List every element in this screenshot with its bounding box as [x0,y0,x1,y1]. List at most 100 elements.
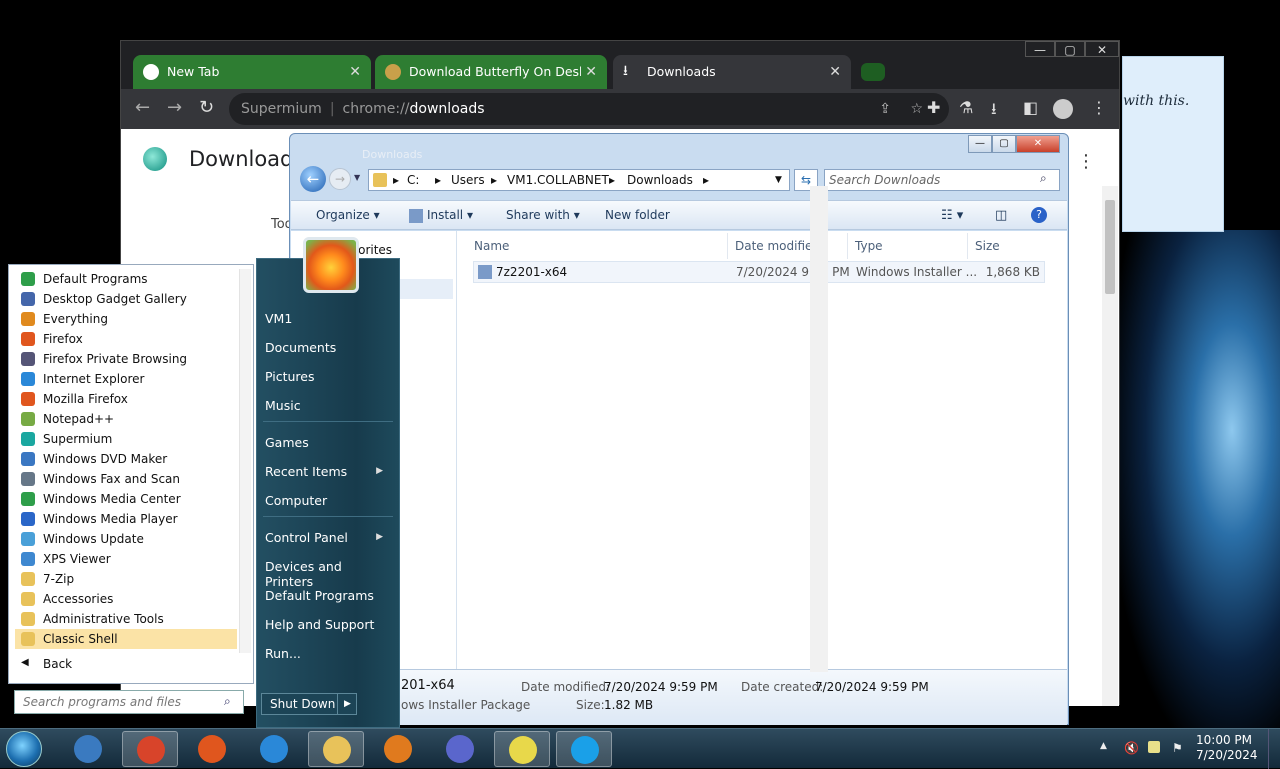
program-item[interactable]: Windows Media Player [15,509,237,529]
column-header-name[interactable]: Name [474,239,509,253]
labs-flask-icon[interactable]: ⚗ [959,98,973,117]
program-item[interactable]: Notepad++ [15,409,237,429]
explorer-titlebar[interactable]: Downloads — ▢ ✕ [290,134,1068,162]
program-item[interactable]: Windows DVD Maker [15,449,237,469]
program-item[interactable]: Administrative Tools [15,609,237,629]
forward-arrow-icon[interactable]: → [329,168,351,190]
taskbar-supermium-chrome-button[interactable] [122,731,178,767]
user-avatar[interactable] [303,237,359,293]
recent-pages-chevron-icon[interactable]: ▼ [354,173,360,182]
back-arrow-icon[interactable]: ← [300,166,326,192]
start-link[interactable]: Documents [265,340,393,355]
scrollbar-thumb[interactable] [1105,200,1115,294]
column-header-date[interactable]: Date modified [735,239,820,253]
start-link[interactable]: Help and Support [265,617,393,632]
tab-new-tab[interactable]: New Tab ✕ [133,55,371,89]
action-center-flag-icon[interactable]: ⚑ [1172,741,1183,755]
preview-pane-icon[interactable]: ◫ [995,208,1007,223]
search-input[interactable]: Search Downloads [824,169,1060,191]
taskbar-windows-explorer-button[interactable] [308,731,364,767]
address-dropdown-icon[interactable]: ▼ [775,170,782,190]
taskbar-media-player-button[interactable] [370,731,426,767]
profile-avatar-icon[interactable] [1053,99,1073,119]
table-row[interactable]: 7z2201-x64 7/20/2024 9:59 PM Windows Ins… [473,261,1045,283]
tab-downloads[interactable]: ⭳ Downloads ✕ [613,55,851,89]
breadcrumb-item-c[interactable]: C: [407,170,419,190]
program-item[interactable]: Supermium [15,429,237,449]
side-panel-icon[interactable]: ◧ [1023,98,1038,117]
start-link[interactable]: VM1 [265,311,393,326]
share-icon[interactable]: ⇪ [879,93,891,125]
start-link[interactable]: Music [265,398,393,413]
taskbar-people-app-button[interactable] [60,731,116,767]
explorer-scrollbar[interactable] [810,186,828,672]
taskbar-network-app-button[interactable] [432,731,488,767]
tray-chevron-icon[interactable]: ▲ [1100,741,1107,751]
shut-down-options-icon[interactable]: ▶ [337,693,357,715]
explorer-close-button[interactable]: ✕ [1016,135,1060,153]
menu-kebab-icon[interactable]: ⋮ [1091,98,1107,117]
tab-close-icon[interactable]: ✕ [829,55,841,89]
chrome-maximize-button[interactable]: ▢ [1055,41,1085,57]
new-tab-button[interactable] [861,63,885,81]
explorer-minimize-button[interactable]: — [968,135,992,153]
forward-arrow-icon[interactable]: → [167,97,182,118]
install-button[interactable]: Install ▾ [427,208,473,222]
volume-muted-icon[interactable]: 🔇 [1124,741,1139,755]
chrome-minimize-button[interactable]: — [1025,41,1055,57]
breadcrumb-item-vm1[interactable]: VM1.COLLABNET [507,170,609,190]
program-item[interactable]: Mozilla Firefox [15,389,237,409]
start-link[interactable]: Recent Items ▶ [265,464,393,479]
organize-button[interactable]: Organize ▾ [316,208,380,222]
start-search-input[interactable]: Search programs and files [14,690,244,714]
breadcrumb-item-users[interactable]: Users [451,170,485,190]
system-clock[interactable]: 10:00 PM 7/20/2024 [1196,733,1258,763]
start-link[interactable]: Computer [265,493,393,508]
program-item[interactable]: Accessories [15,589,237,609]
sticky-note[interactable]: with this. [1122,56,1224,232]
program-item[interactable]: Firefox Private Browsing [15,349,237,369]
start-link[interactable]: Devices and Printers [265,559,393,589]
program-item[interactable]: Classic Shell [15,629,237,649]
column-header-type[interactable]: Type [855,239,883,253]
program-item[interactable]: Default Programs [15,269,237,289]
start-link[interactable]: Control Panel ▶ [265,530,393,545]
tab-close-icon[interactable]: ✕ [349,55,361,89]
view-options-icon[interactable]: ☷ ▾ [941,208,963,223]
taskbar-firefox-button[interactable] [184,731,240,767]
start-orb-icon[interactable] [6,731,42,767]
reload-icon[interactable]: ↻ [199,97,214,118]
search-icon[interactable]: ⌕ [1040,171,1047,186]
page-more-icon[interactable]: ⋮ [1077,151,1095,172]
tab-download-butterfly[interactable]: Download Butterfly On Desktop ✕ [375,55,607,89]
show-desktop-button[interactable] [1268,729,1280,769]
program-item[interactable]: Windows Update [15,529,237,549]
back-arrow-icon[interactable]: ← [135,97,150,118]
search-icon[interactable]: ⌕ [224,694,231,709]
start-link[interactable]: Run... [265,646,393,661]
start-link[interactable]: Default Programs [265,588,393,603]
taskbar-internet-explorer-button[interactable] [246,731,302,767]
program-item[interactable]: Everything [15,309,237,329]
column-header-size[interactable]: Size [975,239,1000,253]
help-icon[interactable]: ? [1031,207,1047,223]
extensions-puzzle-icon[interactable]: ✚ [927,98,940,117]
breadcrumb-item-downloads[interactable]: Downloads [627,170,693,190]
breadcrumb[interactable]: ▸ C: ▸ Users ▸ VM1.COLLABNET ▸ Downloads… [368,169,790,191]
start-link[interactable]: Pictures [265,369,393,384]
chrome-scrollbar[interactable] [1102,186,1118,706]
address-bar[interactable]: Supermium | chrome://downloads ⇪ ☆ [229,93,949,125]
sticky-tray-icon[interactable] [1148,741,1160,753]
program-item[interactable]: Desktop Gadget Gallery [15,289,237,309]
new-folder-button[interactable]: New folder [605,208,670,222]
share-with-button[interactable]: Share with ▾ [506,208,580,222]
downloads-icon[interactable]: ⭳ [991,98,997,125]
explorer-maximize-button[interactable]: ▢ [992,135,1016,153]
chrome-close-button[interactable]: ✕ [1085,41,1119,57]
program-item[interactable]: 7-Zip [15,569,237,589]
program-item[interactable]: Internet Explorer [15,369,237,389]
bookmark-star-icon[interactable]: ☆ [910,93,923,125]
taskbar-skype-button[interactable] [556,731,612,767]
taskbar-sticky-notes-button[interactable] [494,731,550,767]
program-item[interactable]: Firefox [15,329,237,349]
